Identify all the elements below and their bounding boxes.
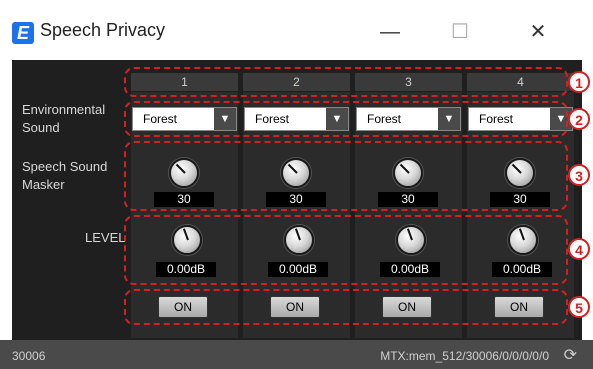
- label-line: Masker: [22, 177, 65, 192]
- maximize-button[interactable]: ☐: [440, 18, 480, 46]
- annotation-number: 4: [568, 238, 590, 260]
- status-id: 30006: [12, 349, 46, 363]
- app-logo-icon: E: [12, 22, 34, 44]
- label-line: Sound: [22, 120, 60, 135]
- level-label: LEVEL: [85, 230, 126, 245]
- refresh-icon[interactable]: ⟳: [564, 345, 577, 365]
- annotation-number: 5: [568, 296, 590, 318]
- annotation-box-5: [124, 289, 568, 325]
- label-line: Environmental: [22, 102, 106, 117]
- status-path: MTX:mem_512/30006/0/0/0/0/0: [380, 349, 549, 363]
- annotation-number: 2: [568, 108, 590, 130]
- annotation-number: 3: [568, 164, 590, 186]
- annotation-box-3: [124, 141, 568, 211]
- annotation-number: 1: [568, 71, 590, 93]
- close-button[interactable]: ✕: [518, 18, 558, 46]
- label-line: Speech Sound: [22, 159, 108, 174]
- speech-sound-masker-label: Speech Sound Masker: [22, 158, 107, 194]
- status-bar: 30006 MTX:mem_512/30006/0/0/0/0/0 ⟳: [0, 340, 593, 369]
- minimize-button[interactable]: —: [370, 18, 410, 46]
- environmental-sound-label: Environmental Sound: [22, 101, 105, 137]
- annotation-box-4: [124, 215, 568, 285]
- window-title: Speech Privacy: [40, 20, 166, 40]
- annotation-box-2: [124, 101, 568, 137]
- annotation-box-1: [124, 67, 568, 97]
- title-bar: E Speech Privacy — ☐ ✕: [0, 0, 593, 60]
